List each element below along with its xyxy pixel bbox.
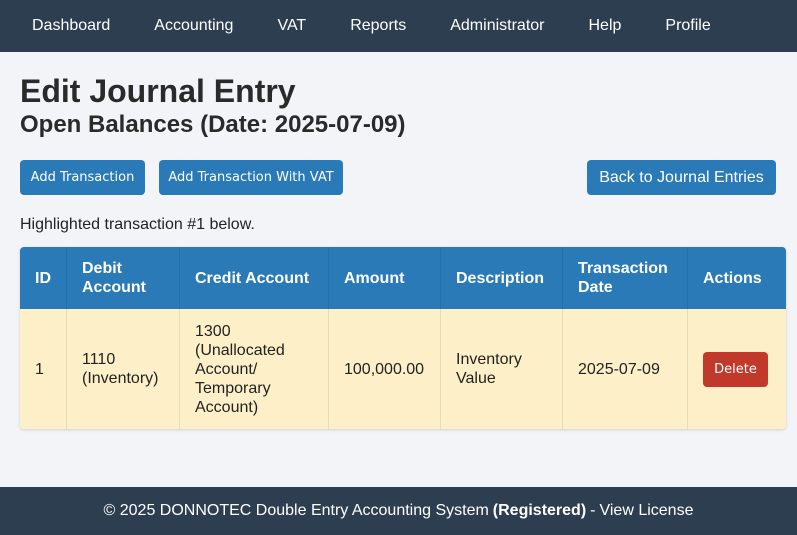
cell-debit-account: 1110 (Inventory) bbox=[66, 309, 180, 429]
cell-transaction-date: 2025-07-09 bbox=[562, 309, 688, 429]
add-transaction-button[interactable]: Add Transaction bbox=[20, 160, 145, 195]
header-debit-account: Debit Account bbox=[66, 247, 180, 309]
header-amount: Amount bbox=[328, 247, 441, 309]
footer-separator: - bbox=[590, 502, 596, 519]
back-to-journal-entries-button[interactable]: Back to Journal Entries bbox=[587, 160, 776, 195]
header-transaction-date: Transaction Date bbox=[562, 247, 688, 309]
nav-accounting[interactable]: Accounting bbox=[132, 0, 255, 52]
add-transaction-vat-button[interactable]: Add Transaction With VAT bbox=[159, 160, 343, 195]
header-id: ID bbox=[20, 247, 67, 309]
cell-credit-account: 1300 (Unallocated Account/ Temporary Acc… bbox=[179, 309, 329, 429]
highlight-note: Highlighted transaction #1 below. bbox=[20, 216, 255, 233]
cell-description: Inventory Value bbox=[440, 309, 563, 429]
nav-administrator[interactable]: Administrator bbox=[428, 0, 566, 52]
delete-button[interactable]: Delete bbox=[703, 351, 768, 387]
footer-registered: (Registered) bbox=[492, 502, 587, 519]
cell-id: 1 bbox=[20, 309, 67, 429]
header-actions: Actions bbox=[687, 247, 786, 309]
cell-amount: 100,000.00 bbox=[328, 309, 441, 429]
page-title: Edit Journal Entry bbox=[20, 73, 296, 109]
table-header-row: ID Debit Account Credit Account Amount D… bbox=[20, 247, 786, 309]
nav-help[interactable]: Help bbox=[566, 0, 643, 52]
header-description: Description bbox=[440, 247, 563, 309]
top-navigation: Dashboard Accounting VAT Reports Adminis… bbox=[0, 0, 797, 52]
view-license-link[interactable]: View License bbox=[599, 502, 693, 520]
main-content: Edit Journal Entry Open Balances (Date: … bbox=[0, 52, 797, 429]
page-subtitle: Open Balances (Date: 2025-07-09) bbox=[20, 111, 406, 138]
nav-reports[interactable]: Reports bbox=[328, 0, 428, 52]
footer-copyright: © 2025 DONNOTEC Double Entry Accounting … bbox=[103, 502, 489, 519]
transactions-table: ID Debit Account Credit Account Amount D… bbox=[20, 247, 786, 429]
action-button-row: Add Transaction Add Transaction With VAT… bbox=[20, 160, 777, 195]
header-credit-account: Credit Account bbox=[179, 247, 329, 309]
cell-actions: Delete bbox=[687, 309, 786, 429]
nav-profile[interactable]: Profile bbox=[643, 0, 732, 52]
footer: © 2025 DONNOTEC Double Entry Accounting … bbox=[0, 487, 797, 535]
nav-vat[interactable]: VAT bbox=[255, 0, 328, 52]
table-row: 1 1110 (Inventory) 1300 (Unallocated Acc… bbox=[20, 309, 786, 429]
nav-dashboard[interactable]: Dashboard bbox=[0, 0, 132, 52]
